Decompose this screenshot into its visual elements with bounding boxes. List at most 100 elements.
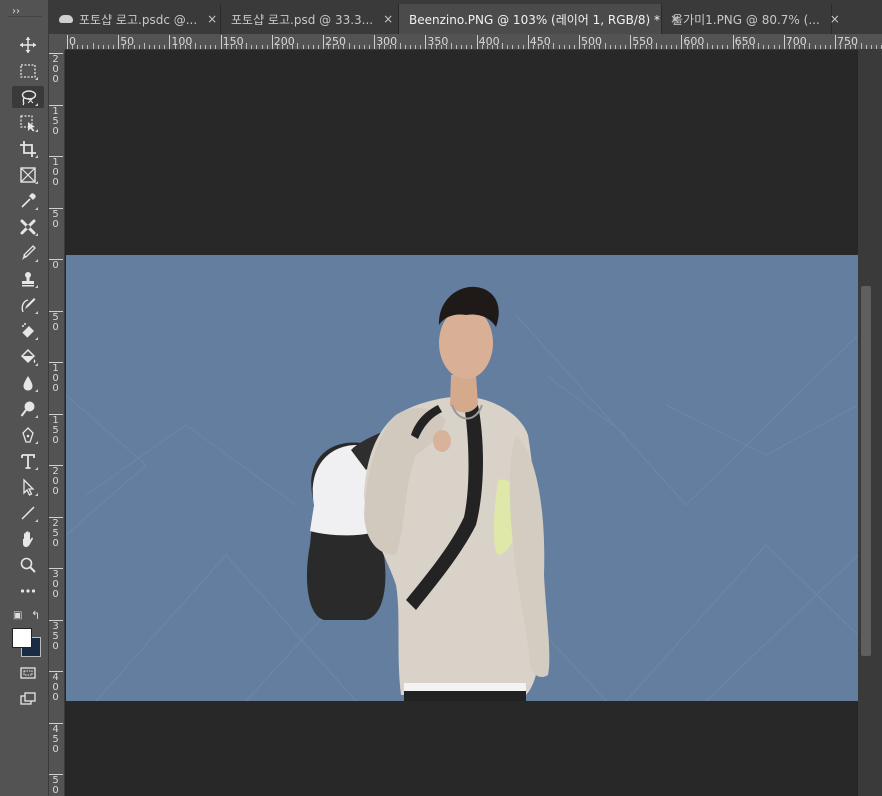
ruler-major-tick [476, 35, 478, 49]
pen-tool[interactable] [12, 424, 44, 446]
ruler-minor-tick [584, 45, 586, 49]
history-brush-tool[interactable] [12, 294, 44, 316]
ruler-minor-tick [742, 45, 744, 49]
swap-colors-icon[interactable]: ↰ [31, 609, 40, 622]
canvas-workspace[interactable] [65, 50, 858, 796]
ruler-minor-tick [589, 45, 591, 49]
ruler-minor-tick [568, 45, 570, 49]
frame-tool[interactable] [12, 164, 44, 186]
ruler-minor-tick [430, 45, 432, 49]
eraser-tool[interactable] [12, 320, 44, 342]
path-select-tool[interactable] [12, 476, 44, 498]
tool-group-indicator [35, 155, 38, 158]
ruler-minor-tick [363, 45, 365, 49]
ruler-minor-tick [819, 45, 821, 49]
brush-tool[interactable] [12, 242, 44, 264]
more-tools[interactable] [12, 580, 44, 602]
clone-stamp-tool[interactable] [12, 268, 44, 290]
ruler-minor-tick [722, 45, 724, 49]
horizontal-ruler[interactable]: 0 50 100 150 200 250 300 350 400 450 500 550 600 650 7… [65, 34, 882, 50]
tool-group-indicator [35, 363, 38, 366]
ruler-minor-tick [717, 45, 719, 49]
vertical-scrollbar[interactable] [858, 50, 882, 796]
paint-bucket-tool[interactable] [12, 346, 44, 368]
move-tool[interactable] [12, 34, 44, 56]
ruler-minor-tick [804, 45, 806, 49]
ruler-label: 300 [52, 569, 59, 600]
ruler-major-tick [323, 35, 324, 49]
tab-olgami-png[interactable]: 올가미1.PNG @ 80.7% (... × [662, 4, 840, 34]
close-icon[interactable]: × [383, 12, 393, 26]
ruler-minor-tick [456, 45, 458, 49]
ruler-label: 50 [52, 311, 59, 333]
ruler-minor-tick [200, 45, 202, 49]
foreground-color-swatch[interactable] [12, 628, 32, 648]
ruler-minor-tick [855, 45, 857, 49]
ruler-minor-tick [87, 45, 89, 49]
ruler-minor-tick [389, 45, 391, 49]
ruler-minor-tick [778, 45, 780, 49]
close-icon[interactable]: × [830, 12, 840, 26]
dodge-tool[interactable] [12, 398, 44, 420]
lasso-tool[interactable] [12, 86, 44, 108]
screen-mode-button[interactable] [12, 688, 44, 710]
ruler-minor-tick [261, 45, 263, 49]
ruler-minor-tick [210, 45, 212, 49]
tab-beenzino-png[interactable]: Beenzino.PNG @ 103% (레이어 1, RGB/8) * × [399, 4, 680, 34]
ruler-label: 150 [52, 414, 59, 446]
ruler-label: 50 [120, 35, 135, 48]
tool-group-indicator [35, 77, 38, 80]
tab-photoshop-logo-psd[interactable]: 포토샵 로고.psd @ 33.3... × [221, 4, 399, 34]
ruler-minor-tick [747, 45, 749, 49]
ruler-minor-tick [410, 45, 412, 49]
ruler-minor-tick [814, 45, 816, 49]
tool-group-indicator [35, 415, 38, 418]
ruler-minor-tick [445, 45, 447, 49]
tool-group-indicator [35, 285, 38, 288]
ruler-major-tick [220, 35, 222, 49]
zoom-tool[interactable] [12, 554, 44, 576]
object-select-tool[interactable] [12, 112, 44, 134]
close-icon[interactable]: × [207, 12, 217, 26]
ruler-minor-tick [123, 45, 125, 49]
ruler-minor-tick [97, 45, 99, 49]
ruler-minor-tick [133, 45, 135, 49]
ruler-minor-tick [256, 45, 258, 49]
ruler-minor-tick [317, 45, 319, 49]
ruler-minor-tick [865, 45, 867, 49]
type-tool[interactable] [12, 450, 44, 472]
blur-tool[interactable] [12, 372, 44, 394]
crop-tool[interactable] [12, 138, 44, 160]
ruler-major-tick [579, 35, 580, 49]
ruler-minor-tick [154, 45, 156, 49]
ruler-minor-tick [394, 45, 396, 49]
marquee-tool[interactable] [12, 60, 44, 82]
line-tool[interactable] [12, 502, 44, 524]
hand-tool[interactable] [12, 528, 44, 550]
default-colors-icon[interactable]: ▣ [13, 610, 22, 621]
ruler-minor-tick [297, 43, 299, 49]
ruler-minor-tick [522, 45, 524, 49]
ruler-minor-tick [655, 43, 657, 49]
ruler-minor-tick [870, 45, 872, 49]
ruler-minor-tick [195, 43, 196, 49]
ruler-label: 100 [52, 157, 59, 188]
quick-mask-button[interactable] [12, 662, 44, 684]
tab-photoshop-logo-psdc[interactable]: 포토샵 로고.psdc @... × [49, 4, 221, 34]
document-image[interactable] [66, 255, 858, 701]
ruler-minor-tick [148, 45, 150, 49]
vertical-ruler[interactable]: 2001501005005010015020025030035040045050… [49, 50, 65, 796]
ruler-minor-tick [230, 45, 232, 49]
ruler-minor-tick [512, 45, 514, 49]
scrollbar-thumb[interactable] [861, 286, 871, 656]
healing-tool[interactable] [12, 216, 44, 238]
ruler-minor-tick [302, 45, 304, 49]
ruler-minor-tick [773, 45, 775, 49]
ruler-major-tick [374, 35, 376, 49]
eyedropper-tool[interactable] [12, 190, 44, 212]
tool-group-indicator [35, 181, 38, 184]
ruler-minor-tick [307, 45, 309, 49]
ruler-label: 200 [52, 54, 59, 85]
ruler-origin[interactable] [49, 34, 65, 50]
ruler-minor-tick [481, 45, 483, 49]
